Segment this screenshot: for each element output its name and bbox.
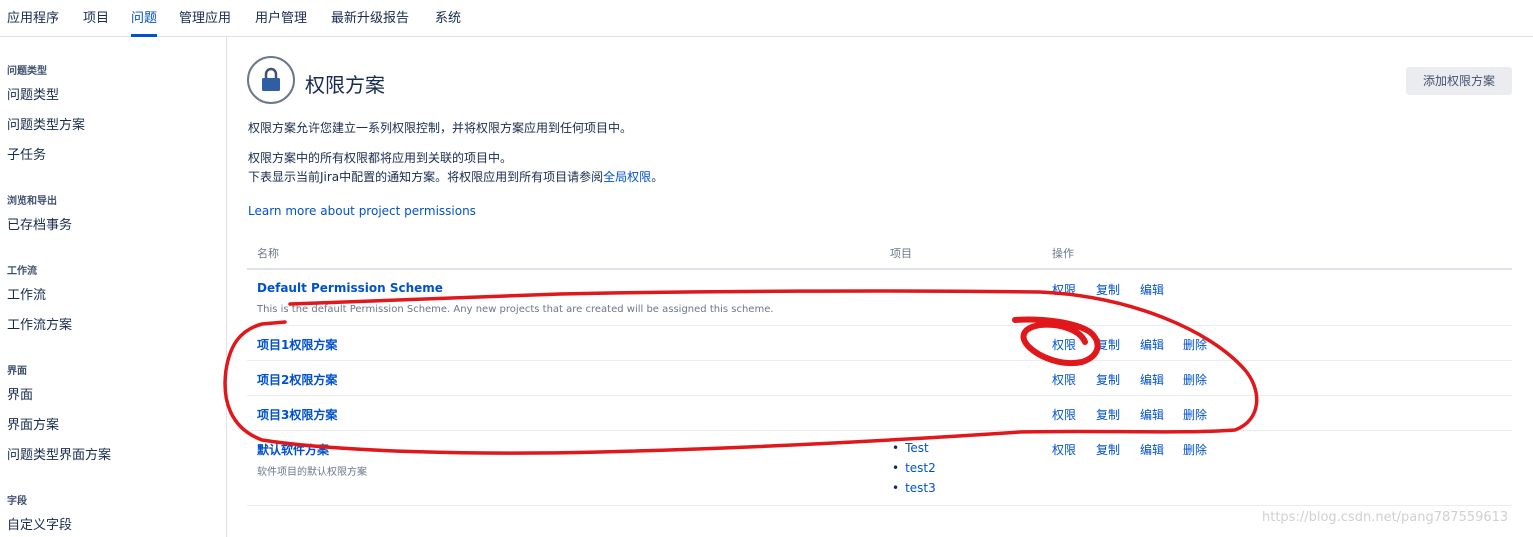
scheme-description: This is the default Permission Scheme. A… (257, 304, 774, 315)
sidebar-item-subtasks[interactable]: 子任务 (7, 144, 46, 163)
project-link[interactable]: • test2 (892, 461, 936, 475)
permissions-link[interactable]: 权限 (1052, 281, 1076, 298)
permissions-link[interactable]: 权限 (1052, 336, 1076, 353)
page-description-3: 下表显示当前Jira中配置的通知方案。将权限应用到所有项目请参阅全局权限。 (248, 168, 663, 185)
sidebar-heading-issue-types: 问题类型 (7, 66, 47, 77)
scheme-name-link[interactable]: 默认软件方案 (257, 441, 329, 458)
delete-link[interactable]: 删除 (1183, 441, 1207, 458)
bullet: • (892, 481, 900, 495)
page-description-3-end: 。 (651, 170, 664, 184)
sidebar-item-workflow-schemes[interactable]: 工作流方案 (7, 314, 72, 333)
page-title: 权限方案 (305, 73, 385, 97)
edit-link[interactable]: 编辑 (1140, 371, 1164, 388)
add-permission-scheme-button[interactable]: 添加权限方案 (1406, 67, 1512, 95)
scheme-name-link[interactable]: 项目1权限方案 (257, 336, 337, 353)
edit-link[interactable]: 编辑 (1140, 406, 1164, 423)
main-content: 权限方案 添加权限方案 权限方案允许您建立一系列权限控制，并将权限方案应用到任何… (228, 37, 1533, 537)
permissions-link[interactable]: 权限 (1052, 371, 1076, 388)
top-nav: 应用程序 项目 问题 管理应用 用户管理 最新升级报告 系统 (0, 0, 1533, 37)
sidebar-item-issue-type-screen-schemes[interactable]: 问题类型界面方案 (7, 444, 111, 463)
delete-link[interactable]: 删除 (1183, 406, 1207, 423)
bullet: • (892, 461, 900, 475)
tab-applications[interactable]: 应用程序 (7, 0, 59, 37)
page-description-1: 权限方案允许您建立一系列权限控制，并将权限方案应用到任何项目中。 (248, 121, 633, 135)
copy-link[interactable]: 复制 (1096, 371, 1120, 388)
table-header-divider (247, 268, 1512, 270)
copy-link[interactable]: 复制 (1096, 441, 1120, 458)
permissions-link[interactable]: 权限 (1052, 406, 1076, 423)
row-divider (247, 505, 1512, 506)
bullet: • (892, 441, 900, 455)
sidebar-item-issue-types[interactable]: 问题类型 (7, 84, 59, 103)
row-divider (247, 325, 1512, 326)
sidebar-item-screens[interactable]: 界面 (7, 384, 33, 403)
sidebar-heading-fields: 字段 (7, 496, 27, 507)
edit-link[interactable]: 编辑 (1140, 441, 1164, 458)
row-divider (247, 360, 1512, 361)
sidebar-item-screen-schemes[interactable]: 界面方案 (7, 414, 59, 433)
sidebar-heading-workflows: 工作流 (7, 266, 37, 277)
learn-more-link[interactable]: Learn more about project permissions (248, 204, 476, 218)
project-name[interactable]: test2 (905, 461, 936, 475)
page-description-2: 权限方案中的所有权限都将应用到关联的项目中。 (248, 151, 513, 165)
column-header-operations: 操作 (1052, 247, 1074, 260)
edit-link[interactable]: 编辑 (1140, 336, 1164, 353)
watermark: https://blog.csdn.net/pang787559613 (1262, 510, 1509, 525)
sidebar-item-archived-issues[interactable]: 已存档事务 (7, 214, 72, 233)
tab-system[interactable]: 系统 (435, 0, 461, 37)
sidebar-item-custom-fields[interactable]: 自定义字段 (7, 514, 72, 533)
tab-latest-upgrade-report[interactable]: 最新升级报告 (331, 0, 409, 37)
scheme-name-link[interactable]: 项目2权限方案 (257, 371, 337, 388)
copy-link[interactable]: 复制 (1096, 336, 1120, 353)
row-divider (247, 395, 1512, 396)
permissions-link[interactable]: 权限 (1052, 441, 1076, 458)
tab-projects[interactable]: 项目 (83, 0, 109, 37)
page-description-3-text: 下表显示当前Jira中配置的通知方案。将权限应用到所有项目请参阅 (248, 170, 604, 184)
scheme-name-link[interactable]: 项目3权限方案 (257, 406, 337, 423)
global-permissions-link[interactable]: 全局权限 (603, 170, 651, 184)
scheme-name-link[interactable]: Default Permission Scheme (257, 281, 443, 295)
sidebar-item-issue-type-schemes[interactable]: 问题类型方案 (7, 114, 85, 133)
sidebar-heading-browse-export: 浏览和导出 (7, 196, 57, 207)
tab-user-management[interactable]: 用户管理 (255, 0, 307, 37)
project-name[interactable]: Test (905, 441, 929, 455)
column-header-projects: 项目 (890, 247, 912, 260)
sidebar-item-workflows[interactable]: 工作流 (7, 284, 46, 303)
tab-manage-apps[interactable]: 管理应用 (179, 0, 231, 37)
copy-link[interactable]: 复制 (1096, 281, 1120, 298)
project-name[interactable]: test3 (905, 481, 936, 495)
lock-icon (247, 56, 295, 104)
row-divider (247, 430, 1512, 431)
edit-link[interactable]: 编辑 (1140, 281, 1164, 298)
tab-issues[interactable]: 问题 (131, 0, 158, 37)
project-link[interactable]: • Test (892, 441, 929, 455)
column-header-name: 名称 (257, 247, 279, 260)
project-link[interactable]: • test3 (892, 481, 936, 495)
sidebar-heading-screens: 界面 (7, 366, 27, 377)
delete-link[interactable]: 删除 (1183, 371, 1207, 388)
admin-sidebar: 问题类型 问题类型 问题类型方案 子任务 浏览和导出 已存档事务 工作流 工作流… (0, 37, 227, 537)
copy-link[interactable]: 复制 (1096, 406, 1120, 423)
scheme-description: 软件项目的默认权限方案 (257, 467, 367, 478)
delete-link[interactable]: 删除 (1183, 336, 1207, 353)
